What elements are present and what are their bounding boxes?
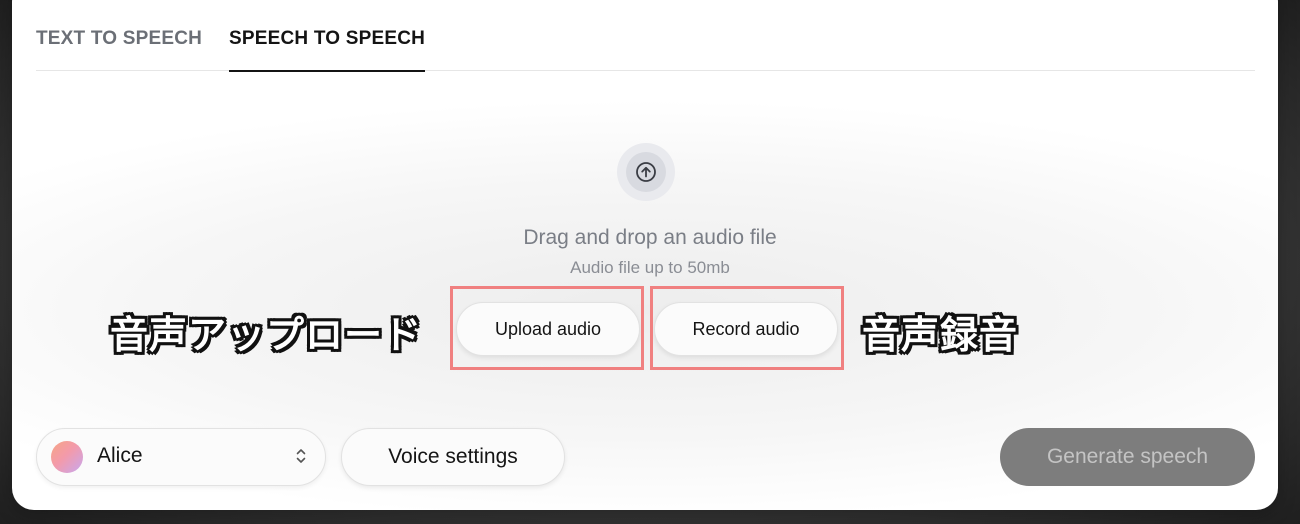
- voice-settings-button[interactable]: Voice settings: [341, 428, 565, 486]
- tab-bar: TEXT TO SPEECH SPEECH TO SPEECH: [36, 0, 1255, 72]
- upload-audio-button[interactable]: Upload audio: [456, 302, 640, 356]
- chevron-up-down-icon: [295, 447, 307, 470]
- upload-icon-badge: [617, 143, 675, 201]
- dropzone-title: Drag and drop an audio file: [523, 226, 777, 249]
- voice-avatar: [51, 441, 83, 473]
- dropzone-subtitle: Audio file up to 50mb: [570, 258, 730, 277]
- upload-annotation: 音声アップロード: [110, 313, 423, 357]
- generate-speech-button[interactable]: Generate speech: [1000, 428, 1255, 486]
- voice-selector[interactable]: Alice: [36, 428, 326, 486]
- record-audio-button[interactable]: Record audio: [654, 302, 838, 356]
- voice-name: Alice: [97, 444, 143, 467]
- tab-text-to-speech[interactable]: TEXT TO SPEECH: [36, 28, 202, 70]
- upload-arrow-icon: [626, 152, 666, 192]
- record-annotation: 音声録音: [862, 313, 1019, 357]
- tab-speech-to-speech[interactable]: SPEECH TO SPEECH: [229, 28, 426, 72]
